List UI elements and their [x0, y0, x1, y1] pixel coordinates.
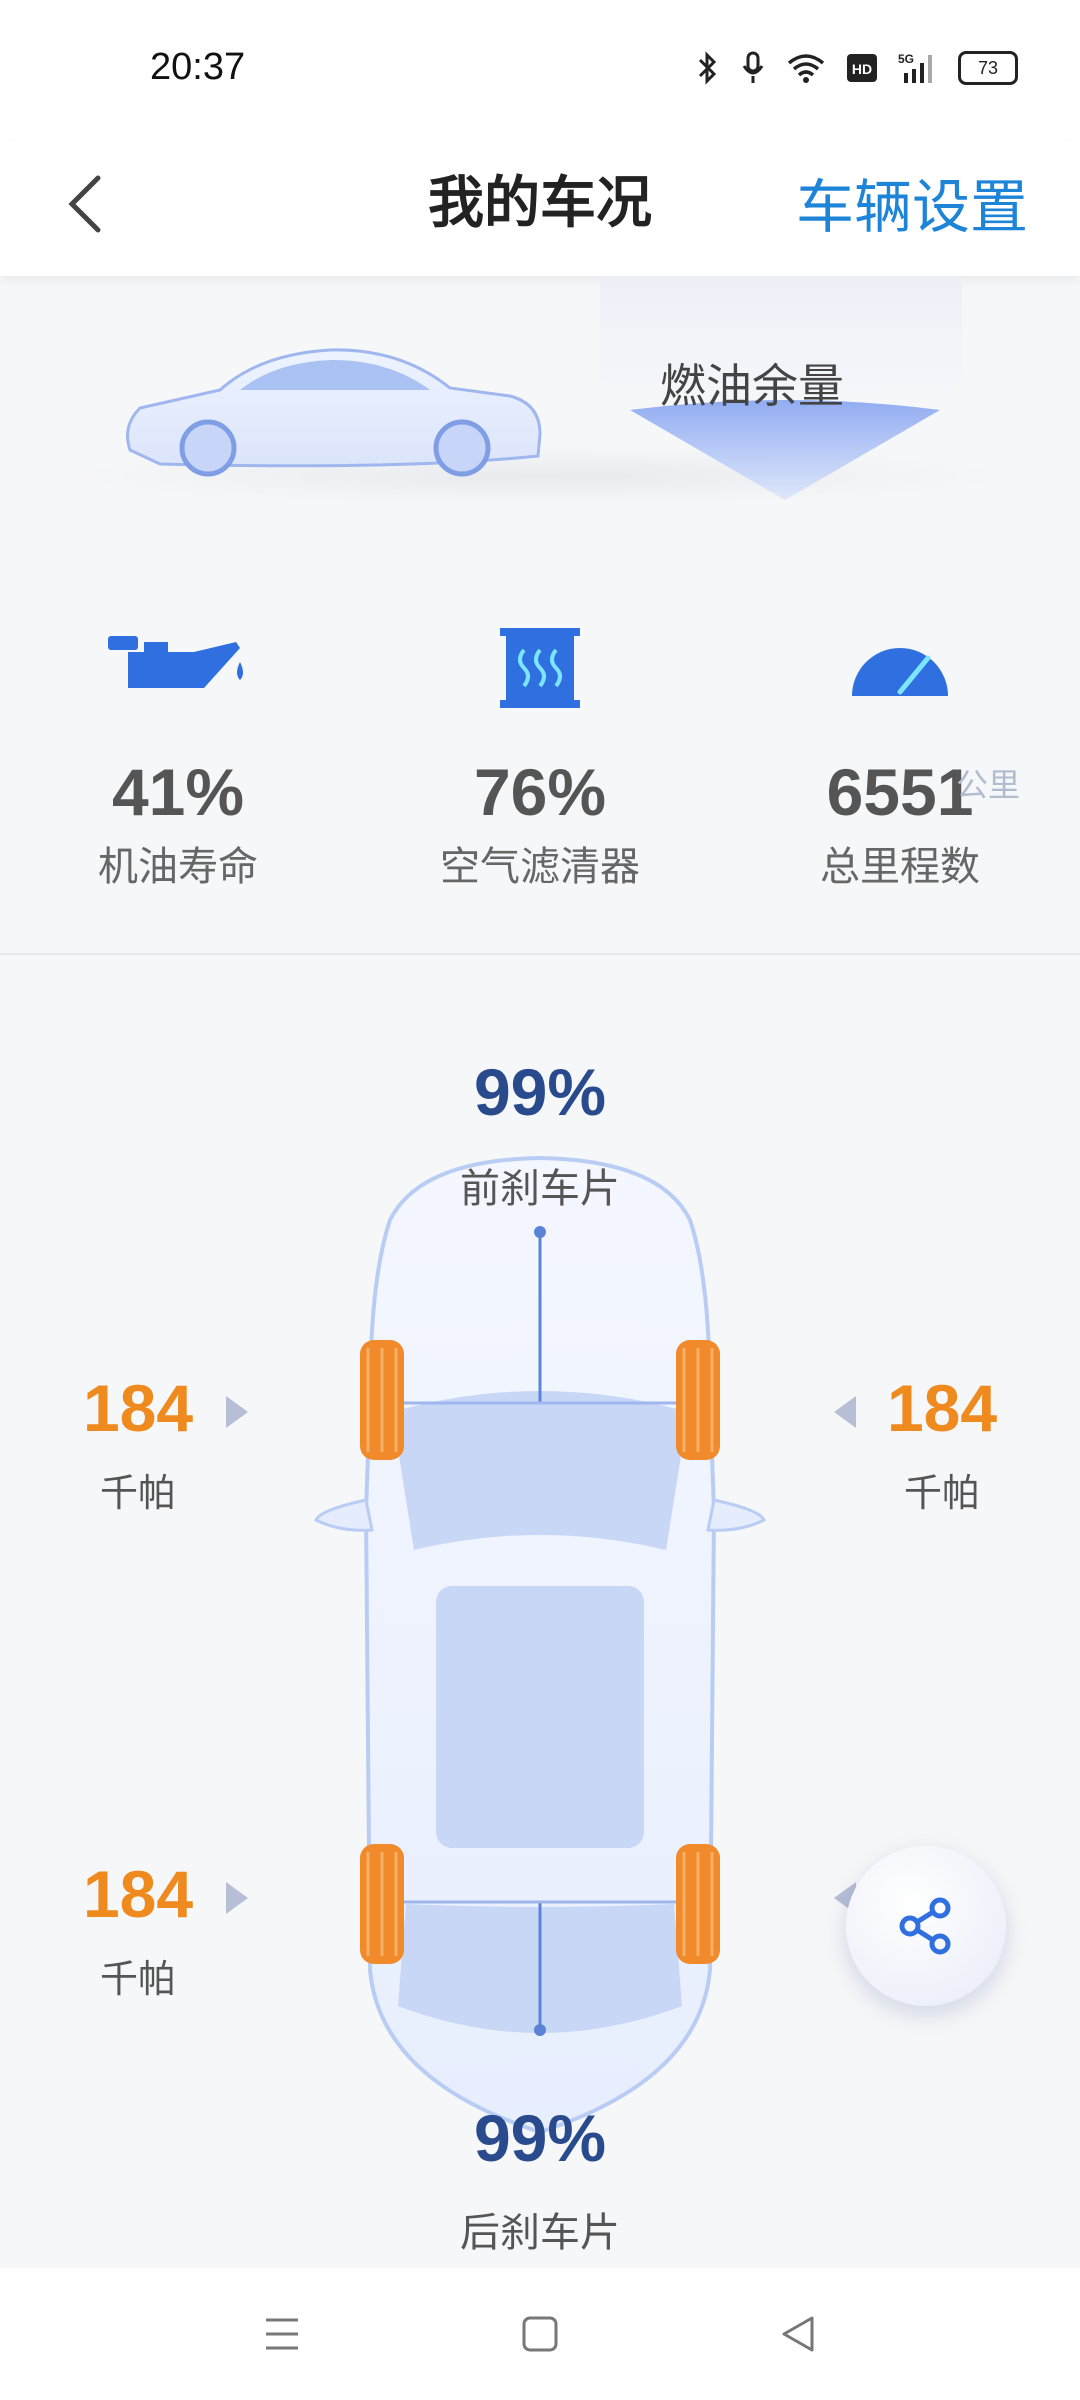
vehicle-settings-button[interactable]: 车辆设置	[796, 160, 1028, 244]
fuel-label: 燃油余量	[660, 359, 844, 413]
system-nav-bar	[0, 2268, 1080, 2400]
menu-icon[interactable]	[262, 2314, 302, 2354]
air-filter-icon	[500, 628, 580, 708]
mileage-label: 总里程数	[820, 844, 980, 890]
oil-can-icon	[108, 636, 243, 688]
wifi-icon	[787, 54, 825, 83]
front-brake-label: 前刹车片	[460, 1166, 620, 1212]
front-right-pressure-unit: 千帕	[903, 1471, 980, 1515]
tyre-rear-right	[676, 1844, 720, 1964]
status-icons: HD 5G 73	[696, 50, 1018, 86]
arrow-right-icon	[226, 1882, 248, 1914]
front-left-pressure-value: 184	[82, 1371, 194, 1445]
oil-life-stat: 41% 机油寿命	[28, 754, 328, 892]
5g-signal-icon: 5G	[898, 52, 932, 83]
status-bar: 20:37 HD 5G 73	[0, 0, 1080, 140]
tyre-rear-left	[360, 1844, 404, 1964]
air-filter-stat: 76% 空气滤清器	[390, 754, 690, 892]
share-button[interactable]	[846, 1846, 1006, 2006]
svg-text:5G: 5G	[898, 52, 914, 66]
car-top-illustration	[314, 1155, 766, 2135]
front-brake-value: 99%	[473, 1055, 607, 1129]
arrow-left-icon	[834, 1396, 856, 1428]
front-left-pressure-unit: 千帕	[99, 1471, 176, 1515]
oil-life-value: 41%	[111, 755, 245, 829]
arrow-right-icon	[226, 1396, 248, 1428]
battery-icon: 73	[958, 51, 1018, 85]
tyre-front-left	[360, 1340, 404, 1460]
air-filter-label: 空气滤清器	[440, 844, 640, 890]
microphone-icon	[742, 51, 764, 83]
svg-text:HD: HD	[852, 61, 872, 77]
rear-left-pressure-value: 184	[82, 1857, 194, 1931]
share-icon	[899, 1897, 951, 1955]
bluetooth-icon	[698, 51, 717, 85]
section-divider	[0, 953, 1080, 955]
front-right-pressure-value: 184	[886, 1371, 998, 1445]
home-square-icon[interactable]	[520, 2314, 560, 2354]
app-header: 我的车况 车辆设置	[0, 140, 1080, 276]
mileage-unit: 公里	[956, 766, 1021, 804]
back-triangle-icon[interactable]	[778, 2314, 818, 2354]
oil-life-label: 机油寿命	[98, 844, 258, 890]
status-time: 20:37	[150, 46, 246, 88]
rear-brake-value: 99%	[473, 2101, 607, 2175]
speedometer-icon	[852, 648, 948, 696]
rear-brake-label: 后刹车片	[460, 2210, 620, 2256]
tyre-front-right	[676, 1340, 720, 1460]
hd-icon: HD	[847, 54, 877, 82]
rear-left-pressure-unit: 千帕	[99, 1957, 176, 2001]
car-side-illustration	[126, 348, 542, 477]
air-filter-value: 76%	[473, 755, 607, 829]
